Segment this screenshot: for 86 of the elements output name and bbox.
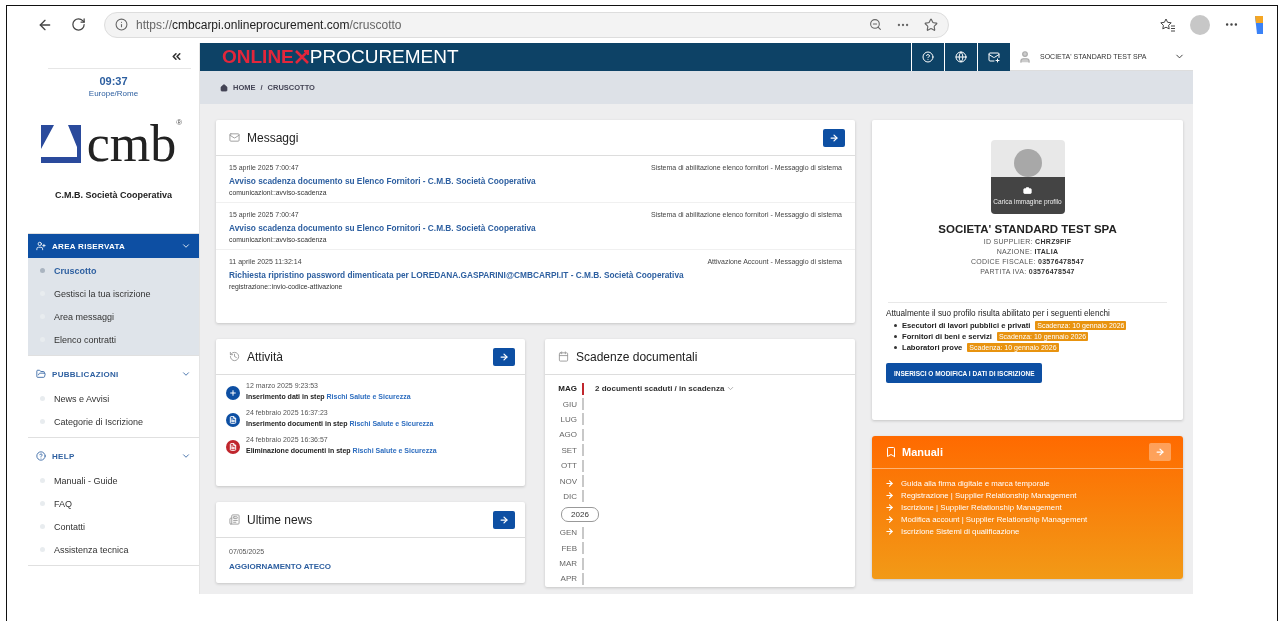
month-label: MAR [558,559,577,569]
sidebar-item[interactable]: Area messaggi [28,305,199,328]
month-label: SET [560,445,577,455]
folder-icon [36,369,46,379]
arrow-button[interactable] [823,128,845,147]
calendar-icon [558,351,569,362]
month-label: APR [559,574,577,584]
message-link[interactable]: Avviso scadenza documento su Elenco Fornitori - C.M.B. Società Cooperativa [229,223,842,233]
arrow-icon [885,503,894,512]
info-icon[interactable] [115,18,128,31]
arrow-icon [885,515,894,524]
deadline-summary[interactable]: 2 documenti scaduti / in scadenza [595,384,736,394]
help-icon [922,51,934,63]
month-label: GIU [561,399,577,409]
section-header[interactable]: AREA RISERVATA [28,234,199,258]
mail-plus-icon [988,51,1000,63]
sidebar-item[interactable]: Contatti [28,515,199,538]
card-title: Messaggi [247,130,300,145]
url-text: https://cmbcarpi.onlineprocurement.com/cruscotto [136,17,402,32]
arrows-logo-icon [293,49,310,65]
chevron-icon [181,241,191,251]
brand-text: PROCUREMENT [309,46,459,68]
globe-icon [955,51,967,63]
favorites-icon[interactable] [1160,17,1176,32]
registered-mark: ® [176,118,183,127]
sidebar-item[interactable]: Categorie di Iscrizione [28,410,199,433]
month-label: DIC [562,491,577,501]
chevron-icon [181,369,191,379]
message-link[interactable]: Avviso scadenza documento su Elenco Fornitori - C.M.B. Società Cooperativa [229,176,842,186]
home-icon [220,83,228,92]
month-label: FEB [560,543,577,553]
month-label: OTT [560,461,577,471]
arrow-button[interactable] [493,347,515,366]
message-link[interactable]: Richiesta ripristino password dimenticata per LOREDANA.GASPARINI@CMBCARPI.IT - C.M.B. Società Cooperativa [229,270,842,280]
user-icon [1018,49,1032,64]
month-label: GEN [558,528,577,538]
arrow-icon [885,479,894,488]
bullet-icon [894,324,897,327]
sidebar-item[interactable]: Gestisci la tua iscrizione [28,282,199,305]
card-title: Manuali [902,446,944,458]
bullet-icon [894,335,897,338]
month-label: NOV [558,476,577,486]
silhouette-icon [1013,149,1042,177]
camera-icon [1023,186,1032,195]
news-icon [229,514,240,525]
profile-intro: Attualmente il suo profilo risulta abilitato per i seguenti elenchi [886,309,1110,318]
arrow-icon [885,491,894,500]
collapse-icon[interactable] [170,50,183,63]
card-title: Scadenze documentali [576,349,699,364]
year-pill: 2026 [561,507,599,523]
arrow-icon [1155,447,1165,457]
copilot-icon[interactable] [1253,15,1263,34]
news-link[interactable]: AGGIORNAMENTO ATECO [229,562,512,571]
history-icon [229,351,240,362]
arrow-icon [499,351,509,362]
user-plus-icon [36,241,46,251]
mail-icon [229,132,240,143]
card-title: Ultime news [247,512,314,527]
arrow-icon [885,527,894,536]
sidebar-item[interactable]: News e Avvisi [28,387,199,410]
bullet-icon [894,346,897,349]
month-label: MAG [557,384,577,394]
reload-icon[interactable] [71,17,86,32]
help-icon [36,451,46,461]
star-icon[interactable] [924,17,938,32]
chevron-icon [181,451,191,461]
bookmark-icon [885,446,897,458]
sidebar-item[interactable]: Manuali - Guide [28,469,199,492]
month-label: AGO [558,430,577,440]
sidebar-item[interactable]: Cruscotto [28,259,199,282]
sidebar-item[interactable]: FAQ [28,492,199,515]
arrow-icon [829,132,839,143]
sidebar-item[interactable]: Assistenza tecnica [28,538,199,561]
card-title: Attività [247,349,284,364]
zoom-icon[interactable] [869,18,882,31]
company-name: SOCIETA' STANDARD TEST SPA [938,223,1117,235]
sidebar-item[interactable]: Elenco contratti [28,328,199,351]
timezone-label: Europe/Rome [87,89,140,98]
logo-text: cmb [86,118,177,170]
clock-time: 09:37 [98,75,129,87]
address-bar[interactable]: https://cmbcarpi.onlineprocurement.com/cruscotto [104,11,949,38]
brand-text: ONLINE [222,46,294,68]
arrow-icon [499,514,509,525]
month-label: LUG [559,414,577,424]
arrow-button[interactable] [493,510,515,529]
company-name: C.M.B. Società Cooperativa [55,190,172,200]
